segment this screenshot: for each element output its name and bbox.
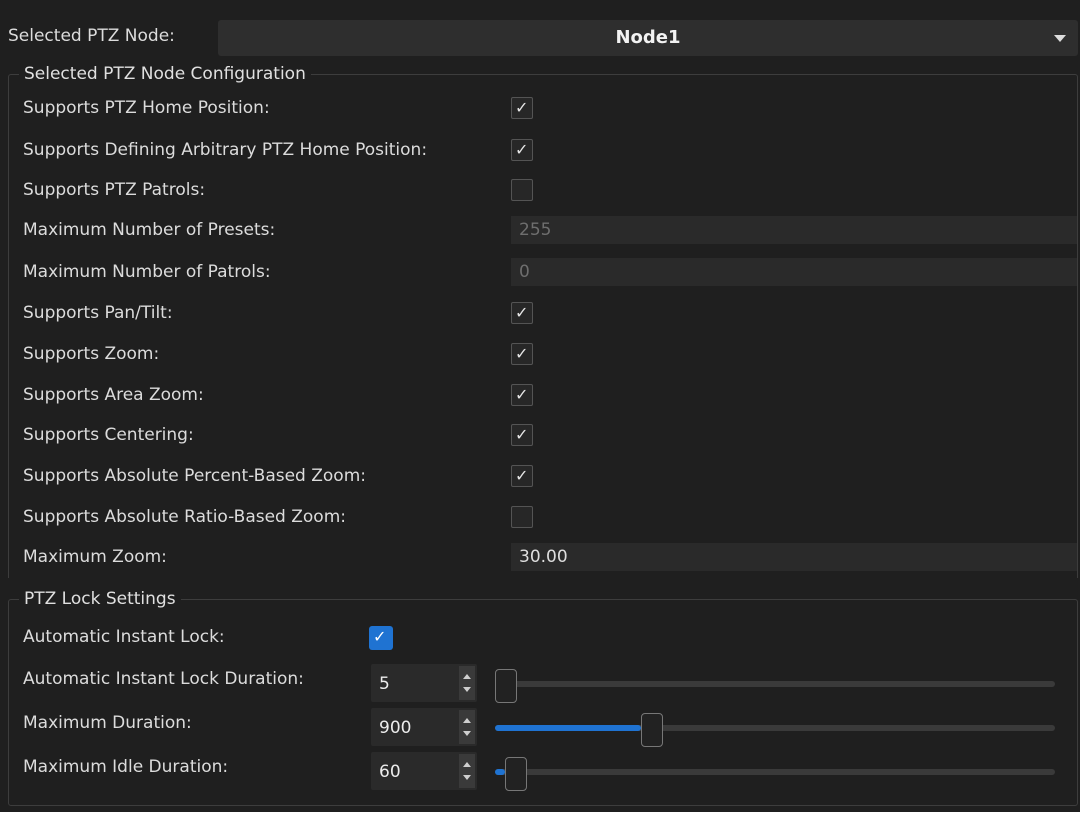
config-row: Supports PTZ Patrols: [9,173,1077,207]
lock-slider-label: Automatic Instant Lock Duration: [23,669,304,689]
config-readonly-field: 30.00 [511,543,1077,571]
config-row: Supports Absolute Ratio-Based Zoom: [9,500,1077,534]
slider-thumb[interactable] [505,757,527,791]
config-checkbox[interactable]: ✓ [511,384,533,406]
node-selector-label: Selected PTZ Node: [8,26,175,46]
config-checkbox[interactable]: ✓ [511,343,533,365]
node-dropdown[interactable]: Node1 [218,20,1078,56]
duration-spinbox[interactable]: 60 [371,752,477,790]
config-row-label: Supports Defining Arbitrary PTZ Home Pos… [23,140,428,160]
config-row-label: Supports Absolute Percent-Based Zoom: [23,466,366,486]
lock-settings-legend: PTZ Lock Settings [19,589,181,609]
slider-thumb[interactable] [641,713,663,747]
config-row: Maximum Number of Patrols: 0 [9,255,1077,289]
slider-fill [495,725,641,731]
config-row-label: Supports PTZ Patrols: [23,180,206,200]
chevron-down-icon [1054,35,1066,42]
config-checkbox[interactable]: ✓ [511,302,533,324]
config-field-value: 30.00 [519,547,568,567]
arrow-down-icon[interactable] [463,687,471,692]
slider-thumb[interactable] [495,669,517,703]
duration-slider[interactable] [495,713,1055,747]
config-row: Supports PTZ Home Position: ✓ [9,91,1077,125]
config-checkbox[interactable]: ✓ [511,465,533,487]
config-row-label: Supports PTZ Home Position: [23,98,270,118]
check-icon: ✓ [373,627,387,646]
duration-spinbox[interactable]: 900 [371,708,477,746]
config-row: Supports Pan/Tilt: ✓ [9,296,1077,330]
config-row-label: Supports Pan/Tilt: [23,303,173,323]
node-configuration-legend: Selected PTZ Node Configuration [19,64,311,84]
config-row: Supports Centering: ✓ [9,418,1077,452]
spinbox-arrows[interactable] [459,710,475,744]
check-icon: ✓ [515,303,529,322]
duration-slider[interactable] [495,669,1055,703]
config-checkbox[interactable]: ✓ [511,97,533,119]
config-row: Maximum Zoom: 30.00 [9,540,1077,574]
lock-settings-group: PTZ Lock Settings Automatic Instant Lock… [8,589,1078,806]
config-checkbox[interactable]: ✓ [511,139,533,161]
config-checkbox[interactable] [511,179,533,201]
instant-lock-checkbox[interactable]: ✓ [369,626,393,650]
config-row: Maximum Number of Presets: 255 [9,213,1077,247]
lock-slider-row: Maximum Idle Duration: 60 [9,746,1077,791]
arrow-up-icon[interactable] [463,762,471,767]
duration-spinbox-value: 5 [379,674,390,694]
duration-spinbox-value: 60 [379,762,401,782]
node-configuration-group: Selected PTZ Node Configuration Supports… [8,64,1078,578]
config-readonly-field: 255 [511,216,1077,244]
check-icon: ✓ [515,98,529,117]
lock-slider-row: Maximum Duration: 900 [9,702,1077,747]
config-row-label: Maximum Zoom: [23,547,167,567]
config-row-label: Supports Absolute Ratio-Based Zoom: [23,507,346,527]
node-selector-row: Selected PTZ Node: Node1 [0,0,1080,68]
duration-spinbox-value: 900 [379,718,412,738]
config-row: Supports Defining Arbitrary PTZ Home Pos… [9,133,1077,167]
config-row-label: Maximum Number of Patrols: [23,262,271,282]
ptz-node-panel: Selected PTZ Node: Node1 Selected PTZ No… [0,0,1080,812]
check-icon: ✓ [515,425,529,444]
config-row-label: Supports Zoom: [23,344,160,364]
arrow-up-icon[interactable] [463,718,471,723]
spinbox-arrows[interactable] [459,754,475,788]
arrow-down-icon[interactable] [463,731,471,736]
config-field-value: 0 [519,262,530,282]
instant-lock-label: Automatic Instant Lock: [23,627,225,647]
config-row-label: Maximum Number of Presets: [23,220,276,240]
config-row: Supports Zoom: ✓ [9,337,1077,371]
config-checkbox[interactable] [511,506,533,528]
check-icon: ✓ [515,385,529,404]
slider-fill [495,769,505,775]
check-icon: ✓ [515,466,529,485]
config-field-value: 255 [519,220,552,240]
config-readonly-field: 0 [511,258,1077,286]
lock-slider-label: Maximum Duration: [23,713,192,733]
instant-lock-row: Automatic Instant Lock: ✓ [9,616,1077,660]
duration-spinbox[interactable]: 5 [371,664,477,702]
node-dropdown-value: Node1 [615,27,681,48]
arrow-up-icon[interactable] [463,674,471,679]
check-icon: ✓ [515,140,529,159]
spinbox-arrows[interactable] [459,666,475,700]
config-checkbox[interactable]: ✓ [511,424,533,446]
config-row-label: Supports Centering: [23,425,194,445]
lock-slider-label: Maximum Idle Duration: [23,757,229,777]
config-row: Supports Absolute Percent-Based Zoom: ✓ [9,459,1077,493]
config-row: Supports Area Zoom: ✓ [9,378,1077,412]
duration-slider[interactable] [495,757,1055,791]
lock-slider-row: Automatic Instant Lock Duration: 5 [9,658,1077,703]
arrow-down-icon[interactable] [463,775,471,780]
check-icon: ✓ [515,344,529,363]
config-row-label: Supports Area Zoom: [23,385,204,405]
